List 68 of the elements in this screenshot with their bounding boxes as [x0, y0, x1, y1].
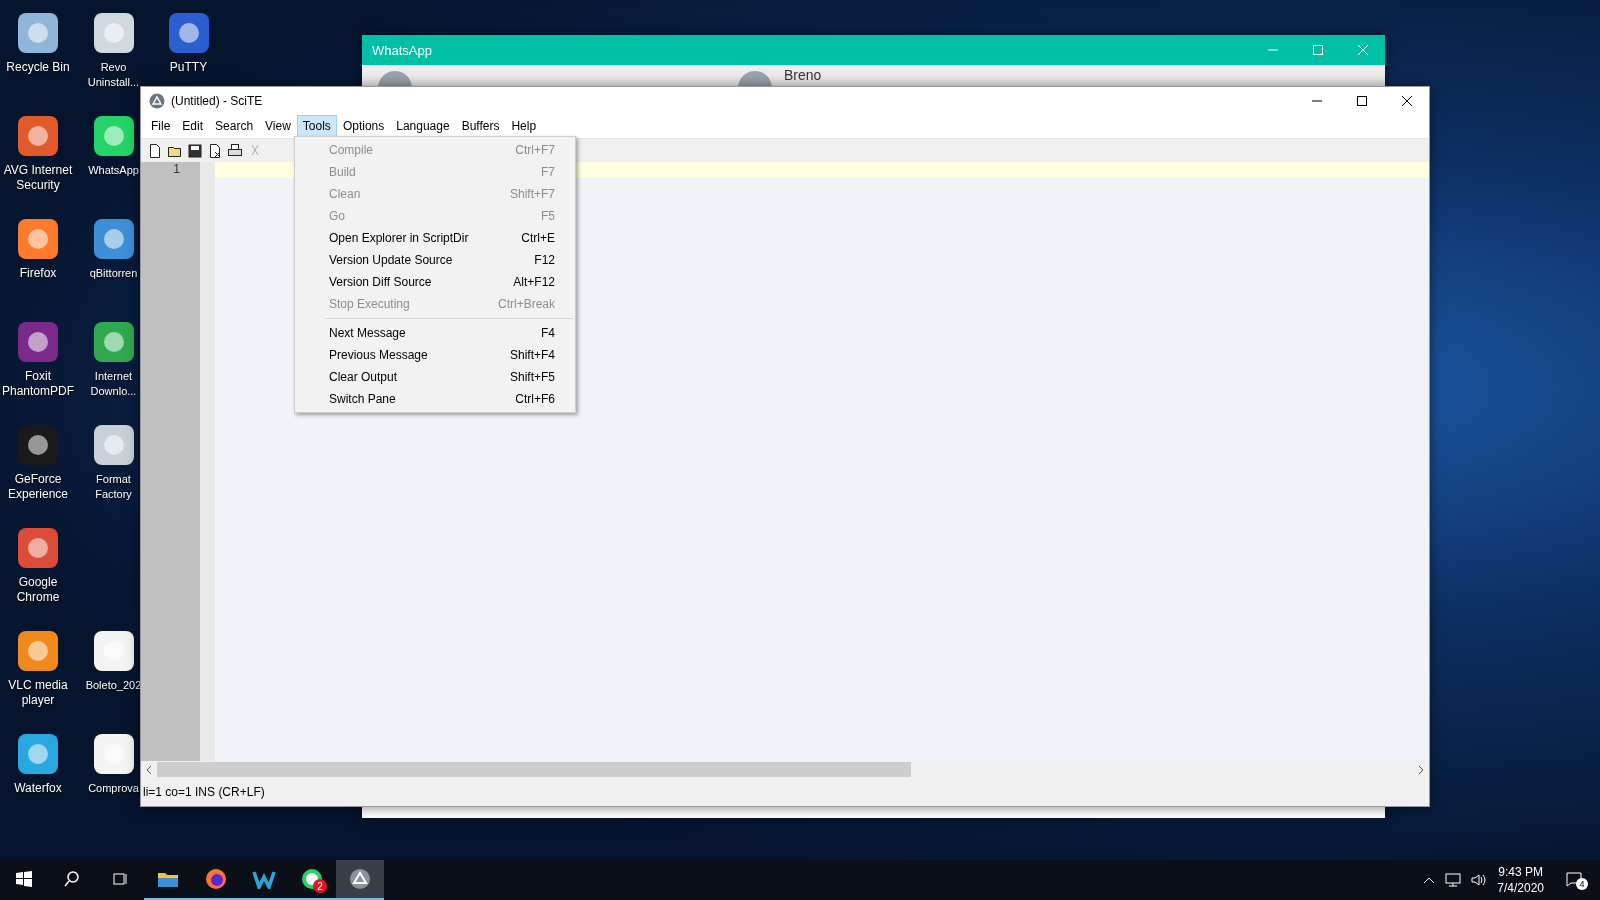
icon-label: Format Factory [94, 472, 133, 502]
menu-item[interactable]: View [259, 115, 297, 137]
chevron-up-icon[interactable] [1423, 876, 1436, 884]
new-file-icon[interactable] [147, 142, 163, 159]
app-icon[interactable] [15, 319, 61, 365]
contact-name: Breno [784, 67, 822, 83]
message-icon [1566, 871, 1582, 887]
triangle-logo-icon[interactable] [349, 868, 371, 890]
notification-badge: 2 [313, 879, 327, 893]
app-icon[interactable] [15, 113, 61, 159]
icon-label: Google Chrome [15, 575, 61, 605]
network-icon[interactable] [1445, 873, 1462, 887]
print-icon[interactable] [227, 142, 243, 159]
icon-label: Revo Uninstall... [86, 60, 141, 90]
taskbar-app[interactable] [336, 860, 384, 900]
folder-icon[interactable] [157, 870, 179, 888]
menu-option[interactable]: Switch Pane Ctrl+F6 [295, 388, 575, 410]
app-logo-icon [149, 92, 165, 109]
menu-item[interactable]: Options [336, 115, 391, 137]
scrollbar-thumb[interactable] [157, 762, 911, 777]
icon-label: Comprova [88, 781, 139, 796]
search-icon [64, 871, 80, 887]
notification-count: 4 [1576, 878, 1588, 890]
icon-label: Recycle Bin [6, 60, 70, 75]
task-view-icon [112, 871, 128, 887]
app-icon[interactable] [15, 216, 61, 262]
app-icon[interactable] [15, 10, 61, 56]
windows-logo-icon [16, 871, 32, 887]
icon-label: qBittorren [89, 266, 138, 281]
icon-label: WhatsApp [88, 163, 139, 178]
app-icon[interactable] [15, 628, 61, 674]
icon-label: PuTTY [169, 60, 208, 75]
menu-option[interactable]: Open Explorer in ScriptDir Ctrl+E [295, 227, 575, 249]
menu-option[interactable]: Version Update Source F12 [295, 249, 575, 271]
close-file-icon[interactable] [207, 142, 223, 159]
icon-label: Boleto_202 [85, 678, 142, 693]
status-text: li=1 co=1 INS (CR+LF) [143, 785, 265, 799]
app-icon[interactable] [15, 422, 61, 468]
window-title: WhatsApp [372, 42, 433, 58]
icon-label: Firefox [19, 266, 57, 281]
clock[interactable]: 9:43 PM 7/4/2020 [1497, 864, 1544, 896]
save-icon[interactable] [187, 142, 203, 159]
window-title: (Untitled) - SciTE [171, 93, 264, 108]
w-logo-icon[interactable] [252, 869, 276, 889]
icon-label: VLC media player [7, 678, 69, 708]
close-icon[interactable] [1401, 95, 1412, 106]
menu-item[interactable]: Edit [176, 115, 210, 137]
icon-label: Waterfox [14, 781, 62, 796]
menu-item[interactable]: Language [390, 115, 456, 137]
menu-item[interactable]: Tools [296, 115, 337, 137]
menu-item[interactable]: Search [209, 115, 260, 137]
menu-item[interactable]: Buffers [455, 115, 506, 137]
icon-label: GeForce Experience [6, 472, 69, 502]
menu-item[interactable]: File [145, 115, 177, 137]
notifications-button[interactable]: 4 [1554, 860, 1594, 900]
menu-option[interactable]: Next Message F4 [295, 322, 575, 344]
menu-option[interactable]: Clear Output Shift+F5 [295, 366, 575, 388]
icon-label: AVG Internet Security [2, 163, 74, 193]
app-icon[interactable] [15, 731, 61, 777]
menu-option[interactable]: Previous Message Shift+F4 [295, 344, 575, 366]
speaker-icon[interactable] [1471, 873, 1488, 887]
line-number: 1 [173, 162, 181, 178]
app-icon[interactable] [15, 525, 61, 571]
maximize-icon[interactable] [1356, 95, 1367, 106]
icon-label: Internet Downlo... [89, 369, 138, 399]
menu-option[interactable]: Version Diff Source Alt+F12 [295, 271, 575, 293]
menu-item[interactable]: Help [505, 115, 543, 137]
icon-label: Foxit PhantomPDF [1, 369, 75, 399]
